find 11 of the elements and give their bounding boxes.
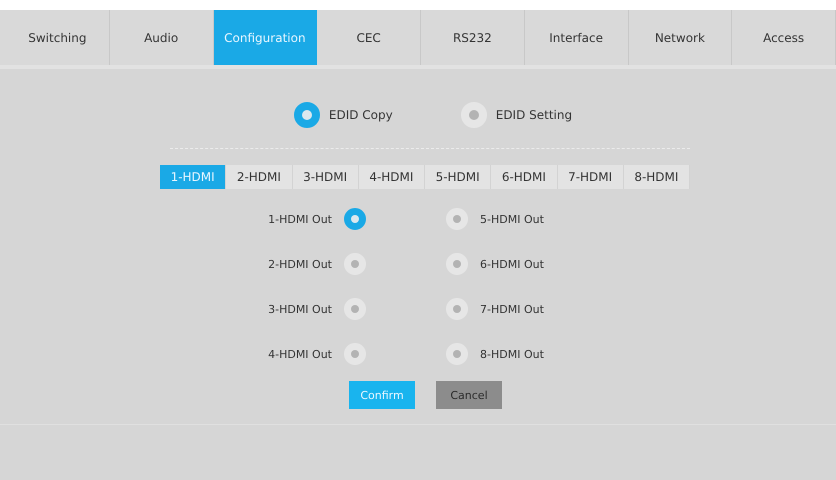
output-label: 1-HDMI Out — [268, 212, 332, 226]
radio-label: EDID Setting — [496, 108, 572, 122]
output-label: 6-HDMI Out — [480, 258, 544, 270]
output-label: 4-HDMI Out — [268, 348, 332, 360]
radio-label: EDID Copy — [328, 108, 393, 122]
output-label: 3-HDMI Out — [268, 302, 332, 316]
output-label: 5-HDMI Out — [480, 212, 544, 226]
output-label: 8-HDMI Out — [480, 348, 544, 360]
output-label: 7-HDMI Out — [480, 302, 544, 316]
cancel-button[interactable]: Cancel — [436, 381, 502, 409]
output-label: 2-HDMI Out — [268, 258, 332, 270]
